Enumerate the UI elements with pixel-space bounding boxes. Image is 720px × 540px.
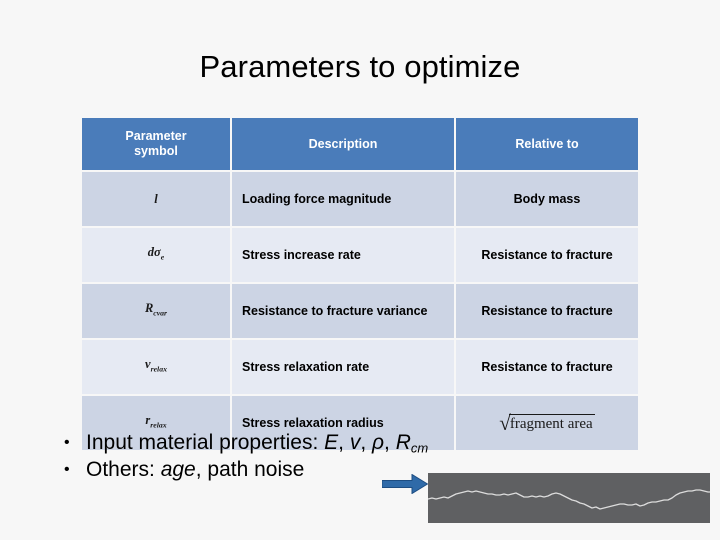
- cell-relative-to: Resistance to fracture: [456, 228, 638, 282]
- column-header-line2: symbol: [134, 144, 178, 158]
- symbol-base: l: [154, 192, 158, 206]
- separator-2: ,: [360, 431, 372, 454]
- table-row: l Loading force magnitude Body mass: [82, 172, 638, 226]
- symbol-base: dσ: [147, 245, 161, 260]
- symbol-Rcm-base: R: [395, 431, 411, 454]
- cell-symbol: dσe: [82, 228, 230, 282]
- cell-symbol: vrelax: [82, 340, 230, 394]
- cell-symbol: Rcvar: [82, 284, 230, 338]
- path-noise-preview-image: [428, 473, 710, 523]
- separator-3: ,: [384, 431, 396, 454]
- table-header-row: Parameter symbol Description Relative to: [82, 118, 638, 170]
- cell-relative-to: Resistance to fracture: [456, 284, 638, 338]
- symbol-Rcm-subscript: cm: [410, 440, 429, 456]
- bullet-suffix-path-noise: , path noise: [195, 458, 305, 481]
- noise-path-graphic: [428, 489, 710, 510]
- table-row: vrelax Stress relaxation rate Resistance…: [82, 340, 638, 394]
- cell-relative-to: Body mass: [456, 172, 638, 226]
- emphasis-age: age: [160, 458, 196, 481]
- list-item: Input material properties: E, v, ρ, Rcm: [60, 429, 660, 456]
- parameters-table: Parameter symbol Description Relative to…: [80, 116, 640, 452]
- symbol-subscript: e: [160, 252, 165, 262]
- separator-1: ,: [338, 431, 350, 454]
- symbol-v: v: [349, 431, 361, 454]
- bullet-prefix-input-properties: Input material properties:: [86, 431, 325, 454]
- column-header-relative-to: Relative to: [456, 118, 638, 170]
- page-title: Parameters to optimize: [199, 49, 521, 84]
- symbol-subscript: cvar: [153, 308, 168, 318]
- symbol-rho: ρ: [371, 431, 385, 454]
- cell-relative-to: Resistance to fracture: [456, 340, 638, 394]
- cell-description: Resistance to fracture variance: [232, 284, 454, 338]
- column-header-description: Description: [232, 118, 454, 170]
- column-header-line1: Parameter: [125, 129, 187, 143]
- cell-description: Loading force magnitude: [232, 172, 454, 226]
- bullet-prefix-others: Others:: [86, 458, 161, 481]
- symbol-E: E: [324, 431, 339, 454]
- noise-path-line: [428, 489, 710, 510]
- column-header-parameter-symbol: Parameter symbol: [82, 118, 230, 170]
- symbol-subscript: relax: [150, 364, 167, 374]
- cell-symbol: l: [82, 172, 230, 226]
- table-row: dσe Stress increase rate Resistance to f…: [82, 228, 638, 282]
- cell-description: Stress increase rate: [232, 228, 454, 282]
- right-arrow-icon: [382, 474, 428, 494]
- table-row: Rcvar Resistance to fracture variance Re…: [82, 284, 638, 338]
- cell-description: Stress relaxation rate: [232, 340, 454, 394]
